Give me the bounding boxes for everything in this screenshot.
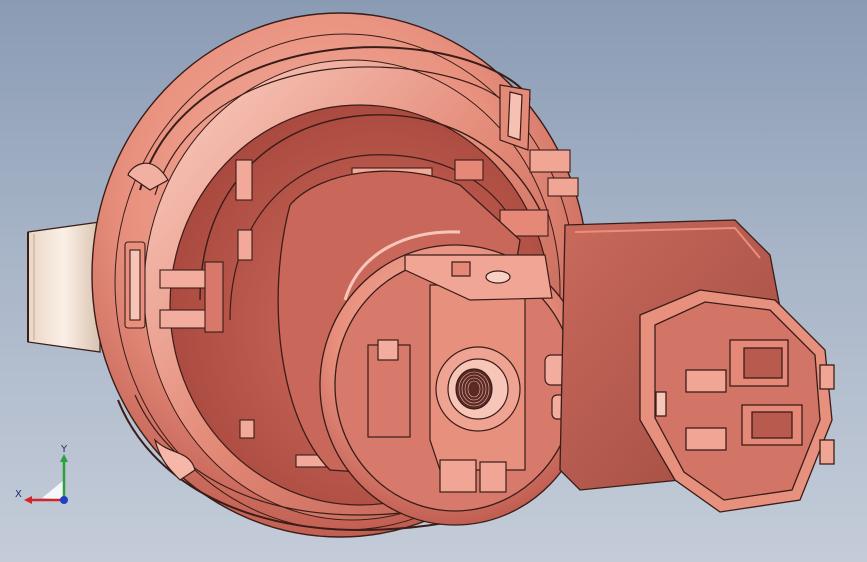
axis-triad: Y X [15,444,68,504]
y-axis-label: Y [60,444,68,455]
left-cap [27,221,101,353]
connector-housing [559,219,835,513]
y-axis-arrow [60,454,68,462]
x-axis-label: X [15,489,22,500]
triad-plane [42,480,64,500]
x-axis-arrow [24,496,32,504]
cad-viewport[interactable]: Y X [0,0,867,562]
z-axis-dot [60,496,68,504]
3d-model-render[interactable] [0,0,867,562]
